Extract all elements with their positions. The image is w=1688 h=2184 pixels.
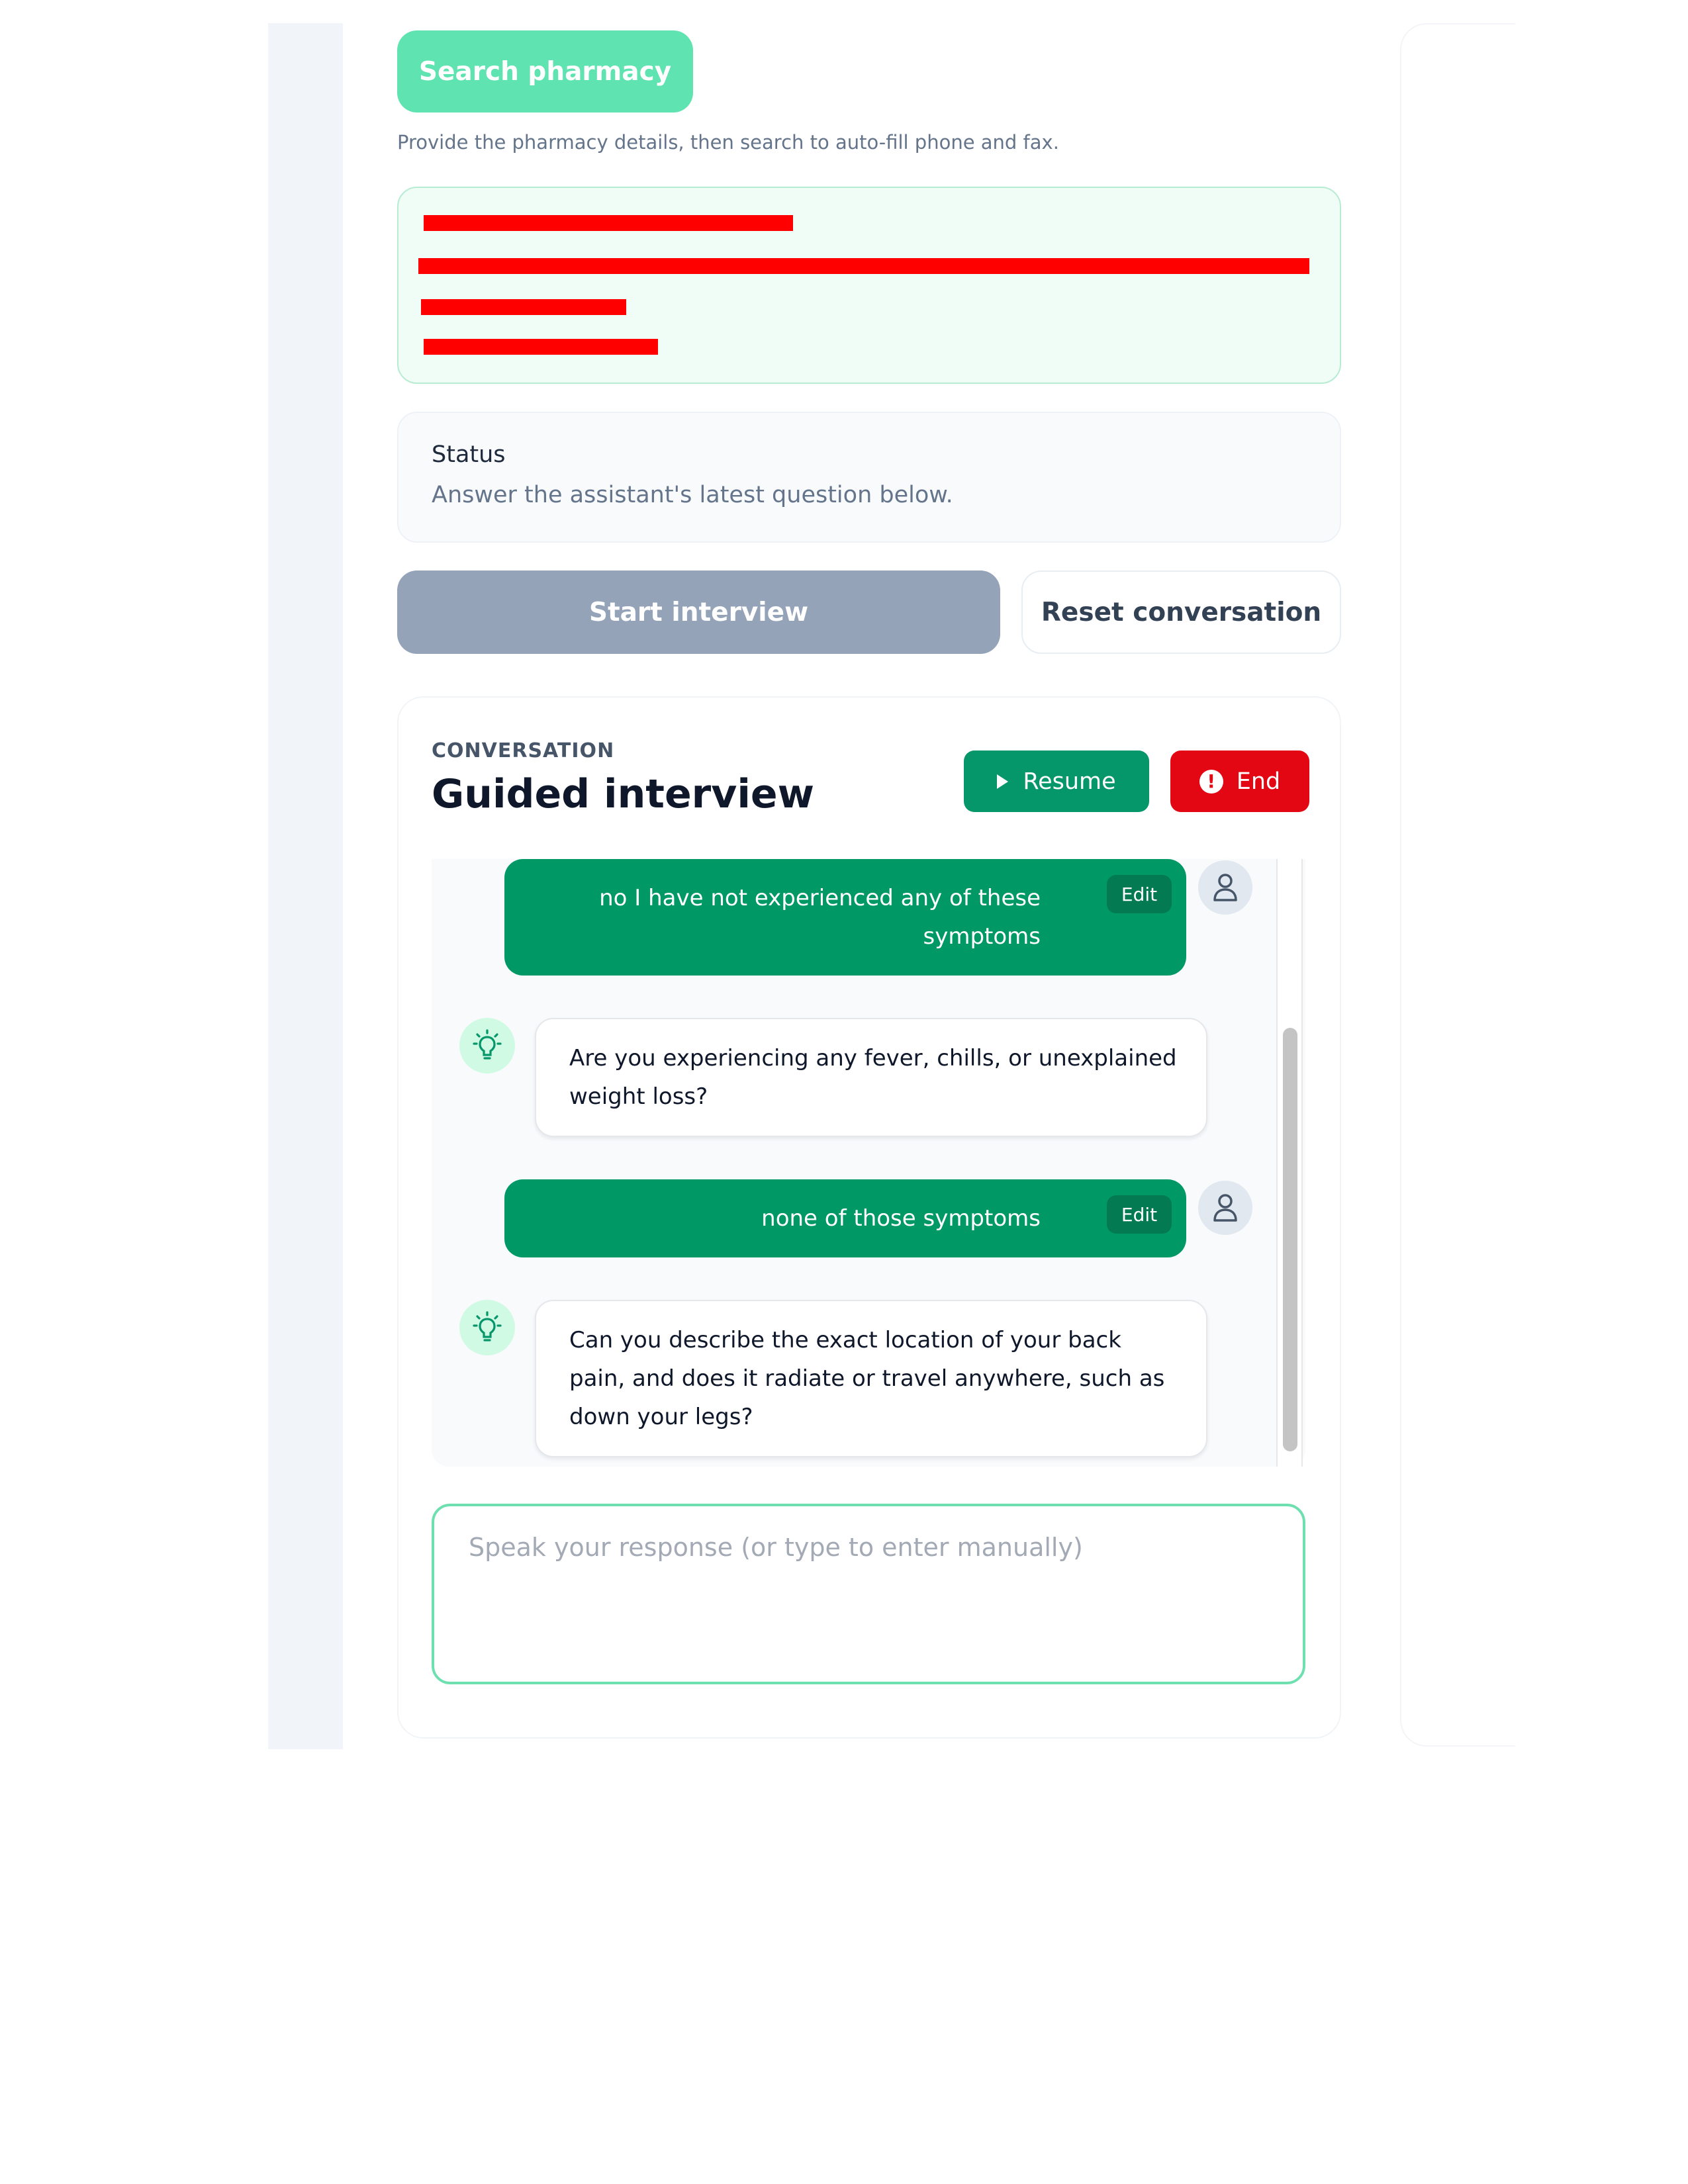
alert-icon: ! xyxy=(1199,769,1223,794)
resume-button[interactable]: Resume xyxy=(964,751,1149,812)
search-pharmacy-button[interactable]: Search pharmacy xyxy=(397,30,693,113)
end-button[interactable]: ! End xyxy=(1170,751,1309,812)
user-avatar xyxy=(1198,860,1252,915)
chat-scrollbar-thumb[interactable] xyxy=(1283,1028,1297,1451)
redaction-bar xyxy=(418,258,1309,274)
end-label: End xyxy=(1236,768,1281,795)
status-card xyxy=(397,412,1341,543)
user-icon xyxy=(1213,874,1237,901)
lightbulb-icon xyxy=(473,1311,502,1342)
resume-label: Resume xyxy=(1023,768,1116,795)
assistant-avatar xyxy=(459,1018,515,1073)
response-input[interactable] xyxy=(432,1504,1305,1684)
status-text: Answer the assistant's latest question b… xyxy=(432,482,953,508)
edit-message-button[interactable]: Edit xyxy=(1107,1195,1172,1234)
redaction-bar xyxy=(424,339,658,355)
start-interview-button[interactable]: Start interview xyxy=(397,570,1000,654)
redaction-bar xyxy=(421,299,626,315)
edit-message-button[interactable]: Edit xyxy=(1107,875,1172,913)
play-icon xyxy=(997,774,1009,789)
conversation-eyebrow: CONVERSATION xyxy=(432,739,615,762)
conversation-title: Guided interview xyxy=(432,771,815,817)
user-avatar xyxy=(1198,1181,1252,1235)
assistant-avatar xyxy=(459,1300,515,1355)
sidebar-strip xyxy=(268,23,343,1749)
pharmacy-hint: Provide the pharmacy details, then searc… xyxy=(397,131,1059,154)
user-message-text: no I have not experienced any of these s… xyxy=(599,885,1041,950)
redaction-bar xyxy=(424,215,793,231)
right-panel-edge xyxy=(1400,23,1515,1747)
lightbulb-icon xyxy=(473,1029,502,1060)
assistant-message-text: Can you describe the exact location of y… xyxy=(569,1327,1165,1430)
reset-conversation-button[interactable]: Reset conversation xyxy=(1021,570,1341,654)
status-title: Status xyxy=(432,441,506,468)
assistant-message-text: Are you experiencing any fever, chills, … xyxy=(569,1045,1177,1110)
user-message-text: none of those symptoms xyxy=(761,1205,1041,1232)
user-icon xyxy=(1213,1194,1237,1222)
